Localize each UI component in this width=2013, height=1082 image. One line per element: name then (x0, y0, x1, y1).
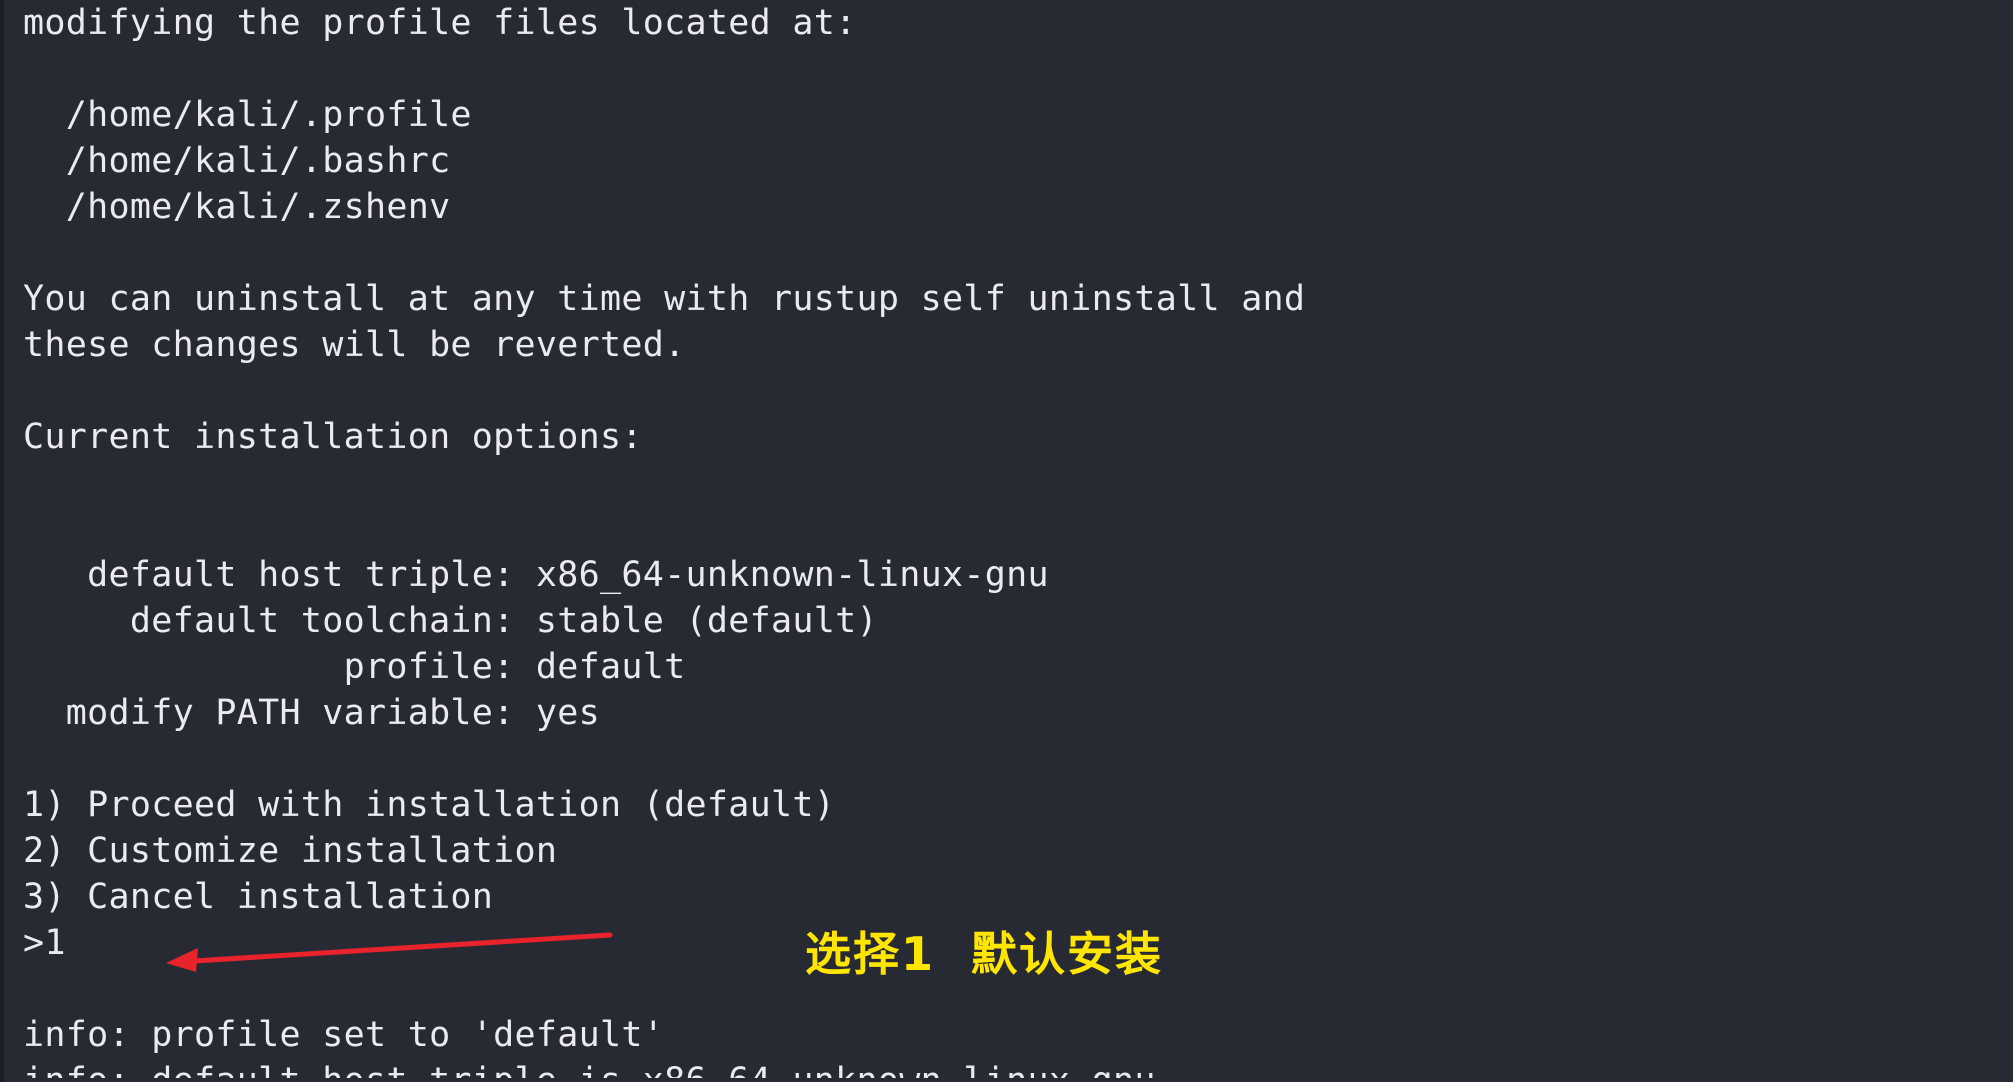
terminal-line: /home/kali/.zshenv (23, 187, 451, 227)
terminal-line-partial: info: default host triple is x86_64-unkn… (23, 1058, 1305, 1078)
terminal-line: /home/kali/.bashrc (23, 141, 451, 181)
terminal-line: /home/kali/.profile (23, 95, 472, 135)
terminal-line: 3) Cancel installation (23, 877, 494, 917)
terminal-line: 1) Proceed with installation (default) (23, 785, 836, 825)
terminal-line: modifying the profile files located at: (23, 3, 857, 43)
terminal-line: profile: default (23, 647, 686, 687)
window-edge (0, 0, 4, 1082)
terminal-output: modifying the profile files located at: … (23, 0, 1305, 1078)
annotation-label: 选择1 默认安装 (805, 927, 1164, 981)
terminal-line: Current installation options: (23, 417, 643, 457)
terminal-line: default toolchain: stable (default) (23, 601, 878, 641)
terminal-line: modify PATH variable: yes (23, 693, 601, 733)
terminal-line: default host triple: x86_64-unknown-linu… (23, 555, 1049, 595)
annotation-arrow (166, 932, 613, 972)
terminal-line: these changes will be reverted. (23, 325, 686, 365)
terminal-line: You can uninstall at any time with rustu… (23, 279, 1306, 319)
terminal-line: 2) Customize installation (23, 831, 558, 871)
terminal-line: info: profile set to 'default' (23, 1015, 665, 1055)
terminal-window[interactable]: modifying the profile files located at: … (0, 0, 2013, 1082)
